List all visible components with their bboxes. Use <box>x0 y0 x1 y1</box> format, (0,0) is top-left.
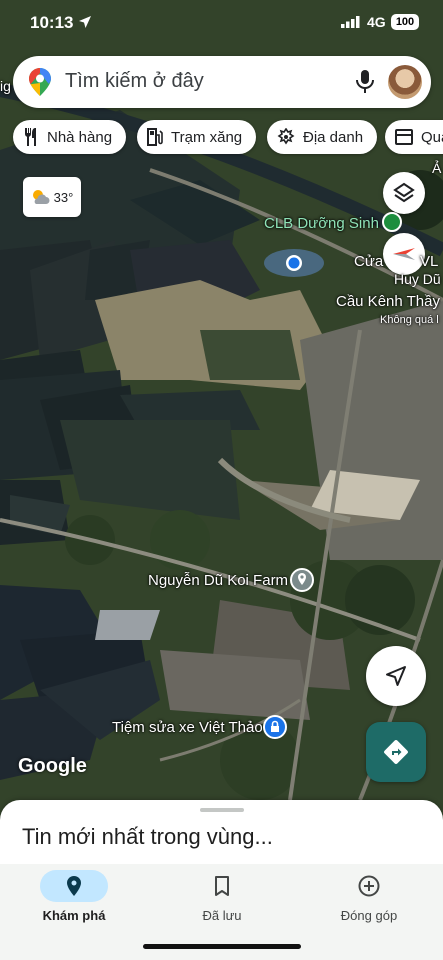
map-edge-label: Ả <box>432 160 442 176</box>
nav-saved[interactable]: Đã lưu <box>148 864 296 934</box>
place-pin-icon[interactable] <box>290 568 314 592</box>
place-label-tiem-sua-xe-viet-thao[interactable]: Tiệm sửa xe Việt Thảo <box>112 719 263 736</box>
sheet-title: Tin mới nhất trong vùng... <box>22 824 273 849</box>
gas-station-icon <box>147 128 163 146</box>
nav-label: Đã lưu <box>202 908 242 923</box>
network-type: 4G <box>367 14 386 30</box>
compass-button[interactable] <box>383 233 425 275</box>
compass-icon <box>393 248 415 260</box>
place-label-cau-kenh-thay-t[interactable]: Cầu Kênh Thầy T <box>336 293 443 310</box>
place-label-clb-duong-sinh[interactable]: CLB Dưỡng Sinh <box>264 215 379 232</box>
search-input[interactable]: Tìm kiếm ở đây <box>65 70 204 93</box>
weather-temperature: 33° <box>53 189 74 205</box>
partly-cloudy-icon <box>32 190 50 204</box>
search-bar[interactable]: Tìm kiếm ở đây <box>13 56 431 108</box>
chip-label: Trạm xăng <box>171 128 243 146</box>
status-time: 10:13 <box>30 13 74 32</box>
layers-button[interactable] <box>383 172 425 214</box>
home-indicator <box>143 944 301 949</box>
repair-shop-pin-icon[interactable] <box>263 715 287 739</box>
microphone-icon[interactable] <box>355 69 375 95</box>
account-avatar[interactable] <box>388 65 422 99</box>
park-pin-icon[interactable] <box>382 212 402 232</box>
layers-icon <box>393 182 415 203</box>
restaurant-icon <box>25 128 36 146</box>
lock-icon <box>271 720 279 732</box>
signal-bars-icon <box>341 16 360 28</box>
store-icon <box>395 129 413 145</box>
map-edge-label: ig <box>0 78 11 94</box>
directions-button[interactable] <box>366 722 426 782</box>
my-location-button[interactable] <box>366 646 426 706</box>
place-label-vl[interactable]: VL <box>420 253 438 270</box>
place-label-nguyen-du-koi-farm[interactable]: Nguyễn Dũ Koi Farm <box>148 572 288 589</box>
explore-pin-icon <box>67 876 81 896</box>
chip-restaurants[interactable]: Nhà hàng <box>13 120 127 154</box>
nav-label: Đóng góp <box>340 908 398 923</box>
chip-label: Nhà hàng <box>47 128 113 146</box>
status-bar: 10:13 4G 100 <box>0 0 443 48</box>
battery-indicator: 100 <box>391 14 419 30</box>
sheet-drag-handle[interactable] <box>200 808 244 812</box>
landmark-icon <box>277 128 295 145</box>
place-label-khong-qua: Không quá l <box>380 314 439 326</box>
directions-icon <box>384 740 408 764</box>
nav-explore[interactable]: Khám phá <box>0 864 148 934</box>
place-label-cua[interactable]: Cửa <box>354 253 383 270</box>
google-attribution: Google <box>18 755 87 777</box>
nav-contribute[interactable]: Đóng góp <box>295 864 443 934</box>
chip-gas-stations[interactable]: Trạm xăng <box>137 120 257 154</box>
chip-shopping[interactable]: Qua <box>385 120 443 154</box>
chip-label: Qua <box>421 128 443 146</box>
add-circle-icon <box>358 875 380 897</box>
nav-label: Khám phá <box>42 908 106 923</box>
place-label-huy-du[interactable]: Huy Dũ <box>394 271 441 287</box>
google-maps-pin-icon <box>29 68 51 96</box>
navigation-arrow-icon <box>386 666 406 686</box>
chip-landmarks[interactable]: Địa danh <box>267 120 378 154</box>
bookmark-icon <box>215 876 229 896</box>
location-pin-icon <box>298 573 306 585</box>
chip-label: Địa danh <box>303 128 364 146</box>
location-arrow-icon <box>79 16 91 28</box>
weather-badge[interactable]: 33° <box>23 177 81 217</box>
